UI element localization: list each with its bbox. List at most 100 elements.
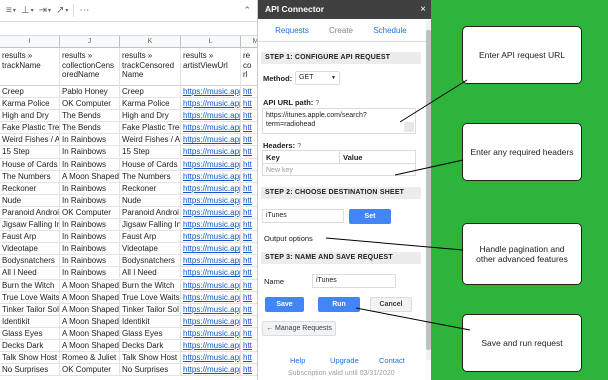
request-name-input[interactable]: iTunes — [312, 274, 396, 288]
table-cell[interactable]: htt — [241, 98, 257, 109]
table-cell[interactable]: htt — [241, 304, 257, 315]
table-cell[interactable]: https://music.apple — [181, 327, 241, 339]
table-cell[interactable]: htt — [241, 231, 257, 242]
table-cell[interactable]: https://music.apple — [181, 146, 241, 158]
table-cell[interactable]: https://music.apple — [181, 170, 241, 182]
table-cell[interactable]: All I Need — [0, 267, 60, 279]
table-cell[interactable]: https://music.apple — [181, 352, 241, 364]
table-cell[interactable]: htt — [241, 159, 257, 170]
table-cell[interactable]: htt — [241, 280, 257, 291]
help-link[interactable]: Help — [290, 356, 305, 365]
table-cell[interactable]: htt — [241, 207, 257, 218]
header-cell[interactable]: results » trackCensoredName — [120, 48, 181, 86]
run-button[interactable]: Run — [318, 297, 360, 312]
table-cell[interactable]: Identikit — [0, 315, 60, 327]
header-cell[interactable]: results » collectionCensoredName — [60, 48, 120, 86]
table-cell[interactable]: Bodysnatchers — [0, 255, 60, 267]
table-cell[interactable]: https://music.apple — [181, 122, 241, 134]
table-cell[interactable]: Creep — [0, 86, 60, 97]
table-cell[interactable]: htt — [241, 110, 257, 121]
table-cell[interactable]: In Rainbows — [60, 231, 120, 243]
table-cell[interactable]: https://music.apple — [181, 194, 241, 206]
table-cell[interactable]: Paranoid Androi — [120, 206, 181, 218]
header-cell[interactable]: results » artistViewUrl — [181, 48, 241, 86]
upgrade-link[interactable]: Upgrade — [330, 356, 359, 365]
table-cell[interactable]: htt — [241, 292, 257, 303]
table-cell[interactable]: https://music.apple — [181, 255, 241, 267]
table-cell[interactable]: Nude — [120, 194, 181, 206]
contact-link[interactable]: Contact — [379, 356, 405, 365]
table-cell[interactable]: Nude — [0, 194, 60, 206]
table-cell[interactable]: In Rainbows — [60, 267, 120, 279]
table-cell[interactable]: The Numbers — [0, 170, 60, 182]
table-cell[interactable]: htt — [241, 219, 257, 230]
table-cell[interactable]: https://music.apple — [181, 279, 241, 291]
tab-schedule[interactable]: Schedule — [368, 20, 412, 42]
table-cell[interactable]: htt — [241, 134, 257, 145]
table-cell[interactable]: In Rainbows — [60, 255, 120, 267]
table-cell[interactable]: House of Cards — [0, 158, 60, 170]
table-cell[interactable]: https://music.apple — [181, 315, 241, 327]
table-cell[interactable]: In Rainbows — [60, 194, 120, 206]
table-cell[interactable]: https://music.apple — [181, 110, 241, 122]
table-cell[interactable]: High and Dry — [0, 110, 60, 122]
column-header[interactable]: L — [181, 36, 241, 48]
table-cell[interactable]: Jigsaw Falling In — [120, 219, 181, 231]
column-header[interactable]: J — [60, 36, 120, 48]
new-key-input[interactable]: New key — [266, 165, 293, 176]
help-icon[interactable]: ? — [315, 100, 319, 107]
table-cell[interactable]: A Moon Shaped — [60, 339, 120, 351]
table-cell[interactable]: htt — [241, 255, 257, 266]
table-cell[interactable]: OK Computer — [60, 98, 120, 110]
method-select[interactable]: GET ▼ — [295, 71, 340, 85]
collapse-toolbar-button[interactable]: ⌃ — [243, 5, 251, 16]
table-cell[interactable]: OK Computer — [60, 364, 120, 376]
table-cell[interactable]: htt — [241, 340, 257, 351]
table-cell[interactable]: https://music.apple — [181, 364, 241, 376]
table-cell[interactable]: Romeo & Juliet ( — [60, 352, 120, 364]
help-icon[interactable]: ? — [297, 143, 301, 150]
destination-sheet-input[interactable]: iTunes — [262, 209, 344, 223]
table-cell[interactable]: htt — [241, 171, 257, 182]
table-cell[interactable]: A Moon Shaped — [60, 291, 120, 303]
formula-bar[interactable] — [0, 22, 257, 36]
table-cell[interactable]: A Moon Shaped — [60, 315, 120, 327]
table-cell[interactable]: A Moon Shaped — [60, 279, 120, 291]
table-cell[interactable]: In Rainbows — [60, 146, 120, 158]
table-cell[interactable]: In Rainbows — [60, 182, 120, 194]
table-cell[interactable]: htt — [241, 352, 257, 363]
table-cell[interactable]: Karma Police — [120, 98, 181, 110]
table-cell[interactable]: htt — [241, 146, 257, 157]
table-cell[interactable]: The Numbers — [120, 170, 181, 182]
table-cell[interactable]: Burn the Witch — [0, 279, 60, 291]
header-cell[interactable]: results » trackName — [0, 48, 60, 86]
table-cell[interactable]: Karma Police — [0, 98, 60, 110]
table-cell[interactable]: True Love Waits — [0, 291, 60, 303]
table-cell[interactable]: A Moon Shaped — [60, 327, 120, 339]
table-cell[interactable]: 15 Step — [0, 146, 60, 158]
table-cell[interactable]: Identikit — [120, 315, 181, 327]
table-cell[interactable]: Weird Fishes / A — [0, 134, 60, 146]
table-cell[interactable]: https://music.apple — [181, 182, 241, 194]
table-cell[interactable]: A Moon Shaped — [60, 170, 120, 182]
column-header[interactable]: M — [241, 36, 257, 48]
table-cell[interactable]: Weird Fishes / A — [120, 134, 181, 146]
table-cell[interactable]: Jigsaw Falling In — [0, 219, 60, 231]
table-cell[interactable]: No Surprises — [120, 364, 181, 376]
table-cell[interactable]: Tinker Tailor Sol — [120, 303, 181, 315]
set-button[interactable]: Set — [349, 209, 391, 224]
table-cell[interactable]: https://music.apple — [181, 86, 241, 97]
table-cell[interactable]: htt — [241, 364, 257, 375]
table-cell[interactable]: https://music.apple — [181, 98, 241, 110]
table-cell[interactable]: House of Cards — [120, 158, 181, 170]
table-cell[interactable]: htt — [241, 267, 257, 278]
table-cell[interactable]: Creep — [120, 86, 181, 97]
table-cell[interactable]: A Moon Shaped — [60, 303, 120, 315]
table-cell[interactable]: In Rainbows — [60, 219, 120, 231]
table-cell[interactable]: Glass Eyes — [120, 327, 181, 339]
table-cell[interactable]: True Love Waits — [120, 291, 181, 303]
table-cell[interactable]: Burn the Witch — [120, 279, 181, 291]
table-cell[interactable]: htt — [241, 328, 257, 339]
table-cell[interactable]: https://music.apple — [181, 206, 241, 218]
table-cell[interactable]: Videotape — [0, 243, 60, 255]
